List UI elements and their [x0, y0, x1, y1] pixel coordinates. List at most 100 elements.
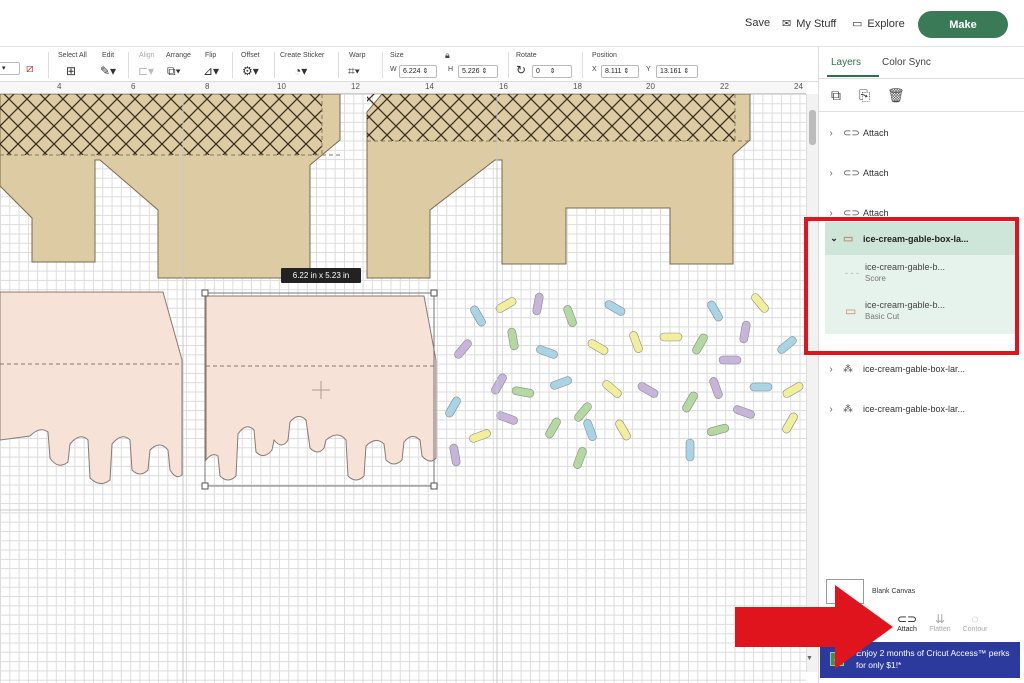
edit-label: Edit [102, 52, 115, 59]
pencil-icon: ✎▾ [100, 64, 117, 78]
top-header: Save ✉ My Stuff ▭ Explore Make [0, 0, 1024, 47]
layer-label: Attach [863, 168, 889, 178]
rotate-icon: ↻ [516, 63, 527, 77]
arrange-tool[interactable]: Arrange ⧉▾ [164, 50, 194, 80]
offset-tool[interactable]: Offset ⚙▾ [240, 50, 268, 80]
sprinkle [733, 405, 755, 419]
warp-tool[interactable]: Warp ⌗▾ [346, 50, 374, 80]
size-controls: Size 🔒︎ W 6.224 ⇕ H 5.226 ⇕ [388, 50, 508, 80]
sprinkle [637, 382, 659, 398]
ruler-tick: 4 [57, 82, 62, 91]
make-button[interactable]: Make [918, 11, 1008, 38]
tab-layers[interactable]: Layers [831, 57, 861, 68]
arrange-label: Arrange [166, 52, 191, 59]
contour-label: Contour [962, 626, 988, 633]
sprinkle [511, 386, 535, 398]
envelope-icon: ✉ [782, 18, 792, 30]
width-label: W [390, 66, 397, 73]
chevron-right-icon[interactable]: › [819, 364, 843, 375]
sprinkle [454, 339, 472, 359]
align-icon: ⊏▾ [138, 64, 155, 78]
chevron-right-icon[interactable]: › [819, 168, 843, 179]
sprinkle [707, 300, 723, 322]
sprinkles-thumbnail-icon: ⁂ [843, 403, 853, 415]
layer-row-ice-cream[interactable]: › ⁂ ice-cream-gable-box-lar... [819, 350, 1024, 388]
sticker-icon: ◔▾ [294, 64, 308, 78]
ruler-tick: 6 [131, 82, 136, 91]
rotate-controls: Rotate ↻ 0 ⇕ [514, 50, 576, 80]
y-input[interactable]: 13.161 ⇕ [656, 65, 698, 78]
contour-button[interactable]: ◌ Contour [958, 612, 992, 633]
sprinkle [536, 345, 558, 359]
ruler-tick: 8 [205, 82, 210, 91]
attach-icon: ⊂⊃ [896, 612, 918, 626]
size-tooltip: 6.22 in x 5.23 in [281, 268, 361, 283]
layer-actions: ⊂⊃ Attach ⇊ Flatten ◌ Contour [890, 612, 1024, 640]
y-label: Y [646, 66, 651, 73]
tab-color-sync[interactable]: Color Sync [882, 57, 931, 68]
align-label: Align [139, 52, 155, 59]
sprinkle [615, 419, 631, 441]
color-slash-icon[interactable]: ⧄ [26, 61, 34, 76]
cone-piece-left[interactable] [0, 94, 341, 279]
attach-button[interactable]: ⊂⊃ Attach [890, 612, 924, 633]
drip-piece-left[interactable] [0, 291, 183, 484]
offset-label: Offset [241, 52, 260, 59]
select-all-tool[interactable]: Select All ⊞ [56, 50, 92, 80]
layer-row-ice-cream[interactable]: › ⁂ ice-cream-gable-box-lar... [819, 390, 1024, 428]
flatten-button[interactable]: ⇊ Flatten [923, 612, 957, 633]
sprinkle [563, 305, 577, 327]
explore-link[interactable]: ▭ Explore [852, 17, 905, 31]
flatten-icon: ⇊ [934, 612, 946, 626]
tab-underline [827, 75, 879, 77]
x-label: X [592, 66, 597, 73]
font-dropdown[interactable]: ▾ [0, 62, 20, 75]
sprinkles-group[interactable] [444, 292, 804, 470]
layer-row-attach[interactable]: › ⊂⊃ Attach [819, 154, 1024, 192]
sprinkle [749, 382, 773, 392]
ruler-tick: 22 [720, 82, 729, 91]
explore-label: Explore [867, 17, 905, 30]
ruler-tick: 14 [425, 82, 434, 91]
cone-piece-right[interactable] [366, 94, 751, 279]
drip-piece-selected[interactable] [205, 295, 437, 481]
attach-icon: ⊂⊃ [843, 127, 860, 139]
size-label: Size [390, 52, 404, 59]
flip-tool[interactable]: Flip ⊿▾ [202, 50, 226, 80]
chevron-right-icon[interactable]: › [819, 404, 843, 415]
height-input[interactable]: 5.226 ⇕ [458, 65, 498, 78]
save-link[interactable]: Save [745, 17, 770, 29]
warp-label: Warp [349, 52, 366, 59]
sprinkle [782, 382, 804, 398]
create-sticker-tool[interactable]: Create Sticker ◔▾ [280, 50, 332, 80]
my-stuff-link[interactable]: ✉ My Stuff [782, 17, 837, 31]
select-all-icon: ⊞ [66, 64, 77, 78]
sprinkles-thumbnail-icon: ⁂ [843, 363, 853, 375]
sprinkle [445, 396, 461, 418]
sprinkle [706, 423, 730, 437]
sprinkle [777, 336, 797, 354]
my-stuff-label: My Stuff [796, 17, 837, 30]
chevron-right-icon[interactable]: › [819, 128, 843, 139]
flip-icon: ⊿▾ [203, 64, 220, 78]
scrollbar-thumb[interactable] [809, 110, 816, 145]
edit-tool[interactable]: Edit ✎▾ [98, 50, 122, 80]
group-icon[interactable]: ⧉ [831, 87, 841, 104]
design-canvas[interactable]: 6.22 in x 5.23 in [0, 94, 806, 683]
layer-row-attach[interactable]: › ⊂⊃ Attach [819, 114, 1024, 152]
sprinkle [629, 331, 643, 353]
rotate-input[interactable]: 0 ⇕ [532, 65, 572, 78]
duplicate-icon[interactable]: ⎘ [859, 87, 870, 104]
position-label: Position [592, 52, 617, 59]
align-tool[interactable]: Align ⊏▾ [136, 50, 160, 80]
x-input[interactable]: 8.111 ⇕ [601, 65, 639, 78]
sprinkle [709, 377, 723, 399]
sprinkle [550, 376, 572, 390]
sprinkle [685, 438, 695, 462]
trash-icon[interactable]: 🗑︎ [887, 87, 905, 104]
ruler-tick: 12 [351, 82, 360, 91]
position-controls: Position X 8.111 ⇕ Y 13.161 ⇕ [590, 50, 700, 80]
width-input[interactable]: 6.224 ⇕ [399, 65, 437, 78]
sprinkle [751, 293, 769, 313]
lock-icon[interactable]: 🔒︎ [445, 50, 450, 61]
